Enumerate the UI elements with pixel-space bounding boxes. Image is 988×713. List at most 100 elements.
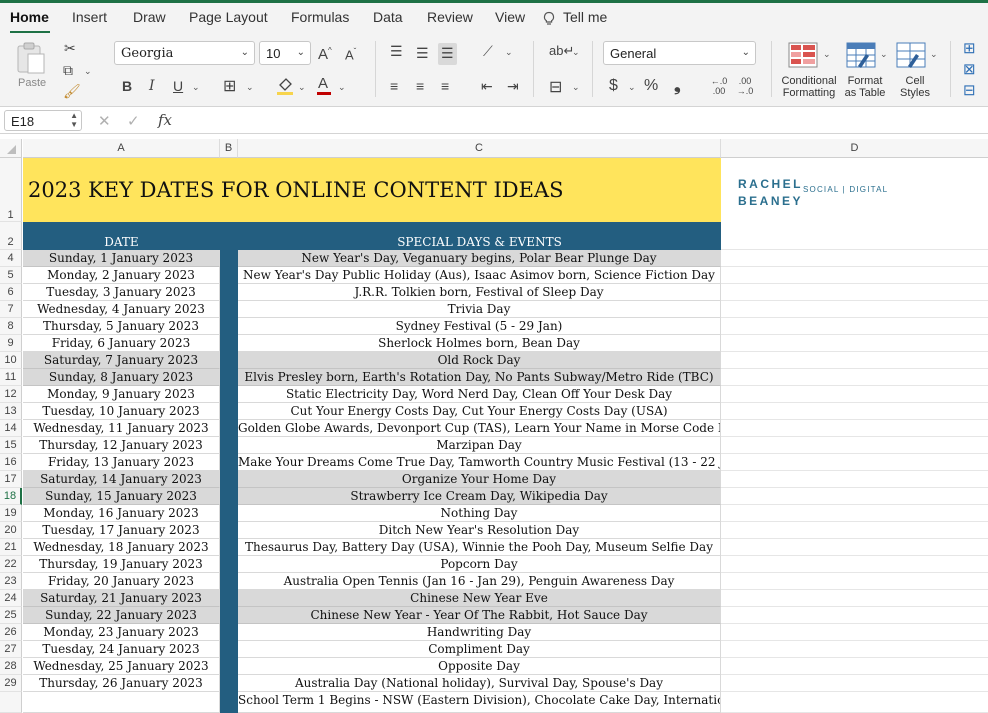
events-cell[interactable]: Ditch New Year's Resolution Day (238, 522, 721, 539)
column-header-b[interactable]: B (220, 139, 238, 158)
events-cell[interactable]: Static Electricity Day, Word Nerd Day, C… (238, 386, 721, 403)
divider-cell[interactable] (220, 250, 238, 267)
divider-cell[interactable] (220, 522, 238, 539)
date-cell[interactable]: Thursday, 19 January 2023 (23, 556, 220, 573)
italic-button[interactable]: I (149, 78, 155, 94)
empty-cell[interactable] (721, 352, 988, 369)
date-cell[interactable]: Wednesday, 18 January 2023 (23, 539, 220, 556)
orientation-dropdown-icon[interactable]: ⌄ (505, 47, 513, 58)
row-header[interactable]: 7 (0, 301, 22, 318)
column-header-c[interactable]: C (238, 139, 721, 158)
date-cell[interactable]: Thursday, 12 January 2023 (23, 437, 220, 454)
row-header[interactable]: 13 (0, 403, 22, 420)
divider-cell[interactable] (220, 607, 238, 624)
divider-cell[interactable] (220, 624, 238, 641)
row-header[interactable]: 16 (0, 454, 22, 471)
events-cell[interactable]: Marzipan Day (238, 437, 721, 454)
date-cell[interactable]: Friday, 6 January 2023 (23, 335, 220, 352)
row-header[interactable]: 15 (0, 437, 22, 454)
date-cell[interactable]: Sunday, 8 January 2023 (23, 369, 220, 386)
empty-cell[interactable] (721, 284, 988, 301)
events-cell[interactable]: Cut Your Energy Costs Day, Cut Your Ener… (238, 403, 721, 420)
events-cell[interactable]: Strawberry Ice Cream Day, Wikipedia Day (238, 488, 721, 505)
row-header[interactable]: 27 (0, 641, 22, 658)
row-header[interactable]: 26 (0, 624, 22, 641)
tab-data[interactable]: Data (373, 9, 403, 25)
conditional-formatting-icon[interactable] (788, 42, 818, 68)
date-cell[interactable]: Tuesday, 10 January 2023 (23, 403, 220, 420)
borders-icon[interactable]: ⊞ (223, 76, 236, 96)
tab-view[interactable]: View (495, 9, 525, 25)
divider-cell[interactable] (220, 318, 238, 335)
select-all-button[interactable] (0, 139, 22, 158)
tab-home[interactable]: Home (10, 9, 49, 25)
events-cell[interactable]: Organize Your Home Day (238, 471, 721, 488)
empty-cell[interactable] (721, 658, 988, 675)
row-header[interactable]: 2 (0, 222, 22, 250)
font-color-icon[interactable]: A (316, 75, 332, 96)
copy-dropdown-icon[interactable]: ⌄ (84, 66, 92, 77)
row-header[interactable]: 23 (0, 573, 22, 590)
row-header[interactable]: 8 (0, 318, 22, 335)
wrap-text-dropdown-icon[interactable]: ⌄ (572, 47, 580, 58)
divider-cell[interactable] (220, 437, 238, 454)
divider-cell[interactable] (220, 658, 238, 675)
events-cell[interactable]: Make Your Dreams Come True Day, Tamworth… (238, 454, 721, 471)
cell-styles-icon[interactable] (896, 42, 926, 68)
conditional-formatting-dropdown-icon[interactable]: ⌄ (823, 49, 831, 60)
decrease-indent-icon[interactable]: ⇤ (481, 78, 493, 95)
divider-cell[interactable] (220, 641, 238, 658)
divider-cell[interactable] (220, 403, 238, 420)
paste-icon[interactable] (14, 41, 48, 75)
divider-cell[interactable] (220, 556, 238, 573)
decrease-font-size-icon[interactable]: Aˇ (345, 47, 356, 62)
events-cell[interactable]: Handwriting Day (238, 624, 721, 641)
tab-draw[interactable]: Draw (133, 9, 166, 25)
events-cell[interactable]: Nothing Day (238, 505, 721, 522)
comma-style-button[interactable]: ❟ (674, 76, 681, 96)
cancel-icon[interactable]: ✕ (98, 112, 111, 130)
divider-cell[interactable] (220, 675, 238, 692)
divider-cell[interactable] (220, 505, 238, 522)
empty-cell[interactable] (721, 250, 988, 267)
events-cell[interactable]: Compliment Day (238, 641, 721, 658)
number-format-select[interactable]: General ⌄ (603, 41, 756, 65)
empty-cell[interactable] (721, 675, 988, 692)
name-box-stepper-icon[interactable]: ▲ ▼ (70, 111, 78, 129)
increase-indent-icon[interactable]: ⇥ (507, 78, 519, 95)
orientation-icon[interactable]: ⟋ (483, 43, 493, 60)
align-center-icon[interactable]: ≡ (416, 78, 424, 94)
divider-cell[interactable] (220, 267, 238, 284)
events-cell[interactable]: Australia Open Tennis (Jan 16 - Jan 29),… (238, 573, 721, 590)
date-cell[interactable]: Sunday, 1 January 2023 (23, 250, 220, 267)
column-header-d[interactable]: D (721, 139, 988, 158)
row-header[interactable]: 20 (0, 522, 22, 539)
font-name-select[interactable]: Georgia ⌄ (114, 41, 255, 65)
date-cell[interactable]: Monday, 23 January 2023 (23, 624, 220, 641)
divider-cell[interactable] (220, 335, 238, 352)
date-cell[interactable]: Wednesday, 25 January 2023 (23, 658, 220, 675)
divider-cell[interactable] (220, 352, 238, 369)
merge-center-icon[interactable]: ⊟ (549, 77, 562, 97)
row-header[interactable]: 21 (0, 539, 22, 556)
row-header[interactable]: 9 (0, 335, 22, 352)
row-header[interactable]: 14 (0, 420, 22, 437)
events-cell[interactable]: New Year's Day, Veganuary begins, Polar … (238, 250, 721, 267)
events-column-header[interactable]: SPECIAL DAYS & EVENTS (238, 235, 721, 249)
date-column-header[interactable]: DATE (23, 235, 220, 249)
date-cell[interactable]: Saturday, 21 January 2023 (23, 590, 220, 607)
row-header[interactable]: 24 (0, 590, 22, 607)
fill-color-dropdown-icon[interactable]: ⌄ (298, 82, 306, 93)
insert-cells-icon[interactable]: ⊞ (963, 39, 976, 57)
row-header[interactable] (0, 692, 22, 713)
align-left-icon[interactable]: ≡ (390, 78, 398, 94)
divider-cell[interactable] (220, 573, 238, 590)
date-cell[interactable]: Tuesday, 24 January 2023 (23, 641, 220, 658)
empty-cell[interactable] (721, 488, 988, 505)
events-cell[interactable]: Old Rock Day (238, 352, 721, 369)
empty-cell[interactable] (721, 420, 988, 437)
empty-cell[interactable] (721, 454, 988, 471)
cell-styles-button[interactable]: Cell Styles (893, 75, 937, 99)
tab-page-layout[interactable]: Page Layout (189, 9, 268, 25)
increase-font-size-icon[interactable]: A^ (318, 46, 332, 63)
